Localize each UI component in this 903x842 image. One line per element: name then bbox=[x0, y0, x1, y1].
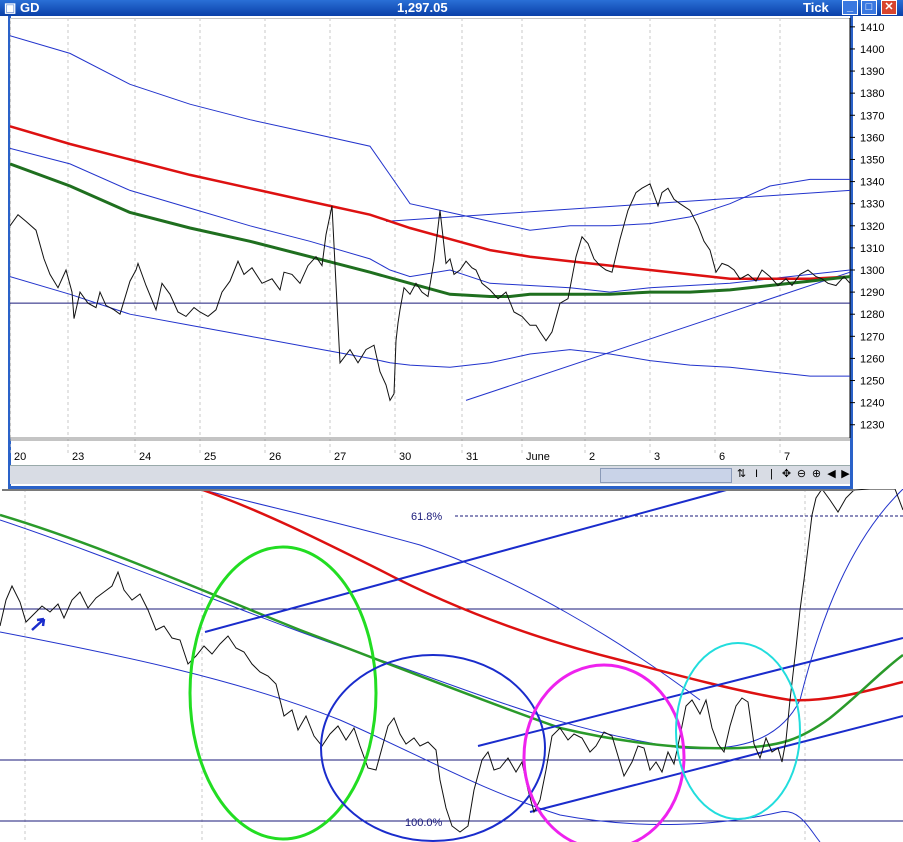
x-tick-label: June bbox=[526, 451, 550, 463]
window-icon: ▣ bbox=[4, 0, 17, 15]
x-tick-label: 3 bbox=[654, 451, 660, 463]
blue-ellipse bbox=[320, 654, 546, 842]
bg-channel-lower bbox=[529, 715, 903, 813]
x-tick-label: 27 bbox=[334, 451, 346, 463]
sync-icon[interactable]: ⇅ bbox=[735, 467, 748, 482]
title-bar[interactable]: ▣ GD 1,297.05 Tick _ □ ✕ bbox=[0, 0, 903, 16]
cursor-icon[interactable]: I bbox=[750, 467, 763, 482]
fib-61-label: 61.8% bbox=[411, 511, 442, 523]
bg-red-ma bbox=[199, 487, 903, 702]
plot-area bbox=[10, 18, 851, 439]
bg-green-ma bbox=[0, 513, 903, 750]
y-tick-label: 1240 bbox=[860, 398, 884, 410]
x-tick-label: 24 bbox=[139, 451, 151, 463]
x-tick-label: 6 bbox=[719, 451, 725, 463]
x-tick-label: 20 bbox=[14, 451, 26, 463]
y-tick-label: 1280 bbox=[860, 309, 884, 321]
x-tick-label: 26 bbox=[269, 451, 281, 463]
window-title: GD bbox=[20, 0, 40, 15]
y-tick-label: 1390 bbox=[860, 66, 884, 78]
arrow-icon bbox=[31, 617, 46, 631]
bg-channel-upper bbox=[477, 637, 903, 747]
y-tick-label: 1370 bbox=[860, 110, 884, 122]
scroll-thumb[interactable] bbox=[600, 468, 732, 483]
y-tick-label: 1350 bbox=[860, 154, 884, 166]
minimize-icon[interactable]: _ bbox=[842, 0, 858, 15]
x-tick-label: 2 bbox=[589, 451, 595, 463]
y-tick-label: 1400 bbox=[860, 44, 884, 56]
y-tick-label: 1340 bbox=[860, 177, 884, 189]
bg-price-series bbox=[0, 488, 903, 833]
x-tick-label: 23 bbox=[72, 451, 84, 463]
maximize-icon[interactable]: □ bbox=[861, 0, 877, 15]
y-tick-label: 1260 bbox=[860, 353, 884, 365]
cyan-ellipse bbox=[675, 642, 801, 820]
x-tick-label: 31 bbox=[466, 451, 478, 463]
magenta-ellipse bbox=[522, 663, 686, 842]
green-ellipse bbox=[188, 545, 378, 841]
y-tick-label: 1410 bbox=[860, 22, 884, 34]
crosshair-icon[interactable]: ✥ bbox=[780, 467, 793, 482]
fib-100-label: 100.0% bbox=[405, 817, 443, 829]
y-tick-label: 1250 bbox=[860, 376, 884, 388]
y-tick-label: 1380 bbox=[860, 88, 884, 100]
x-tick-label: 25 bbox=[204, 451, 216, 463]
y-tick-label: 1270 bbox=[860, 331, 884, 343]
zoom-in-icon[interactable]: ⊕ bbox=[810, 467, 823, 482]
y-tick-label: 1330 bbox=[860, 199, 884, 211]
y-tick-label: 1230 bbox=[860, 420, 884, 432]
horizontal-scrollbar[interactable]: ⇅ I | ✥ ⊖ ⊕ ◀ ▶ bbox=[10, 465, 850, 484]
y-tick-label: 1320 bbox=[860, 221, 884, 233]
mode-label: Tick bbox=[803, 0, 829, 15]
x-tick-label: 30 bbox=[399, 451, 411, 463]
last-price: 1,297.05 bbox=[397, 0, 448, 15]
price-chart: 1230 1240 1250 1260 1270 1280 1290 1300 1310 1320… bbox=[10, 18, 884, 463]
x-tick-label: 7 bbox=[784, 451, 790, 463]
y-tick-label: 1310 bbox=[860, 243, 884, 255]
scroll-left-icon[interactable]: ◀ bbox=[825, 467, 838, 482]
y-tick-label: 1360 bbox=[860, 132, 884, 144]
zoom-out-icon[interactable]: ⊖ bbox=[795, 467, 808, 482]
y-tick-label: 1300 bbox=[860, 265, 884, 277]
bg-inner-band bbox=[0, 488, 903, 750]
scroll-right-icon[interactable]: ▶ bbox=[839, 467, 852, 482]
y-tick-label: 1290 bbox=[860, 287, 884, 299]
close-icon[interactable]: ✕ bbox=[881, 0, 897, 15]
separator-icon: | bbox=[770, 468, 773, 480]
